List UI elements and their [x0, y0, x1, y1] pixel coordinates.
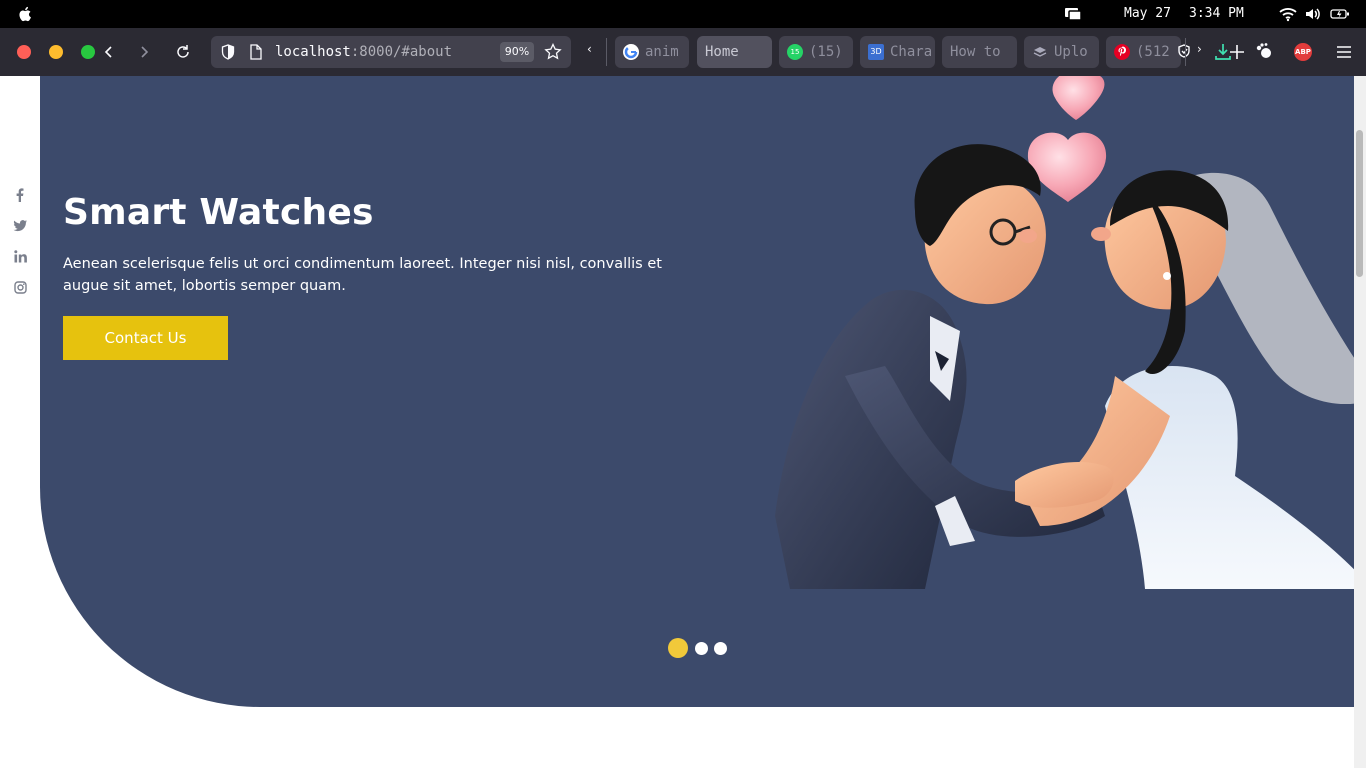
tab-pinterest[interactable]: (512 [1106, 36, 1181, 68]
chevron-left-icon [104, 46, 112, 58]
battery-icon[interactable] [1330, 6, 1350, 22]
tab-whatsapp[interactable]: 15 (15) [779, 36, 853, 68]
apple-icon[interactable] [17, 6, 32, 22]
carousel-dot-2[interactable] [695, 642, 708, 655]
volume-icon[interactable] [1304, 6, 1322, 22]
page-icon[interactable] [249, 44, 263, 60]
toolbar-divider [606, 38, 607, 66]
tab-label: (512 [1136, 44, 1170, 60]
forward-button[interactable] [132, 40, 156, 64]
google-icon [623, 44, 639, 60]
tab-label: How to [950, 44, 1001, 60]
window-minimize-button[interactable] [49, 45, 63, 59]
wedding-couple-illustration [775, 76, 1366, 589]
wifi-icon[interactable] [1279, 6, 1297, 22]
tab-label: Chara [890, 44, 933, 60]
menubar-time[interactable]: 3:34 PM [1189, 0, 1244, 28]
display-mirroring-icon[interactable] [1064, 6, 1082, 22]
tab-label: Uplo [1054, 44, 1088, 60]
tabs-scroll-left-button[interactable]: ‹ [587, 42, 592, 56]
tab-home[interactable]: Home [697, 36, 772, 68]
contact-us-button[interactable]: Contact Us [63, 316, 228, 360]
tab-label: anim [645, 44, 679, 60]
menubar-date[interactable]: May 27 [1124, 0, 1171, 28]
tab-label: Home [705, 44, 739, 60]
pinterest-icon [1114, 44, 1130, 60]
url-text[interactable]: localhost:8000/#about [275, 36, 452, 68]
carousel-dot-3[interactable] [714, 642, 727, 655]
facebook-icon[interactable] [12, 187, 28, 203]
shield-icon[interactable] [221, 44, 235, 60]
whatsapp-icon: 15 [787, 44, 803, 60]
tabs-scroll-right-button[interactable]: › [1197, 42, 1202, 56]
carousel-dot-1[interactable] [668, 638, 688, 658]
hero-section [40, 76, 1366, 707]
tab-label: (15) [809, 44, 843, 60]
twitter-icon[interactable] [12, 218, 28, 234]
system-menubar: May 27 3:34 PM [0, 0, 1366, 28]
chevron-right-icon [141, 46, 149, 58]
url-host: localhost [275, 44, 351, 60]
tracking-protection-icon[interactable] [1176, 42, 1192, 62]
address-bar[interactable]: localhost:8000/#about 90% [211, 36, 571, 68]
hero-description: Aenean scelerisque felis ut orci condime… [63, 256, 662, 294]
url-path: :8000/#about [350, 44, 453, 60]
reload-icon [177, 45, 189, 58]
hamburger-menu-icon[interactable] [1334, 42, 1354, 62]
instagram-icon[interactable] [12, 279, 28, 295]
window-maximize-button[interactable] [81, 45, 95, 59]
zoom-level-button[interactable]: 90% [500, 42, 534, 62]
tab-how-to[interactable]: How to [942, 36, 1017, 68]
toolbar-divider [1185, 38, 1186, 66]
3d-icon: 3D [868, 44, 884, 60]
window-close-button[interactable] [17, 45, 31, 59]
heart-icon [1052, 76, 1105, 120]
browser-toolbar: localhost:8000/#about 90% ‹ anim Home 15… [0, 28, 1366, 76]
page-scrollbar-thumb[interactable] [1356, 130, 1363, 277]
reload-button[interactable] [171, 40, 195, 64]
hero-title: Smart Watches [63, 192, 374, 233]
tab-anim[interactable]: anim [615, 36, 689, 68]
adblock-plus-icon[interactable]: ABP [1294, 43, 1312, 61]
bookmark-star-icon[interactable] [544, 43, 562, 61]
tab-upload[interactable]: Uplo [1024, 36, 1099, 68]
gnome-extension-icon[interactable] [1254, 42, 1274, 62]
tab-character[interactable]: 3D Chara [860, 36, 935, 68]
page-viewport: Smart Watches Aenean scelerisque felis u… [0, 76, 1366, 768]
back-button[interactable] [97, 40, 121, 64]
new-tab-plus-icon[interactable] [1227, 42, 1247, 62]
layers-icon [1033, 47, 1047, 57]
linkedin-icon[interactable] [12, 248, 28, 264]
